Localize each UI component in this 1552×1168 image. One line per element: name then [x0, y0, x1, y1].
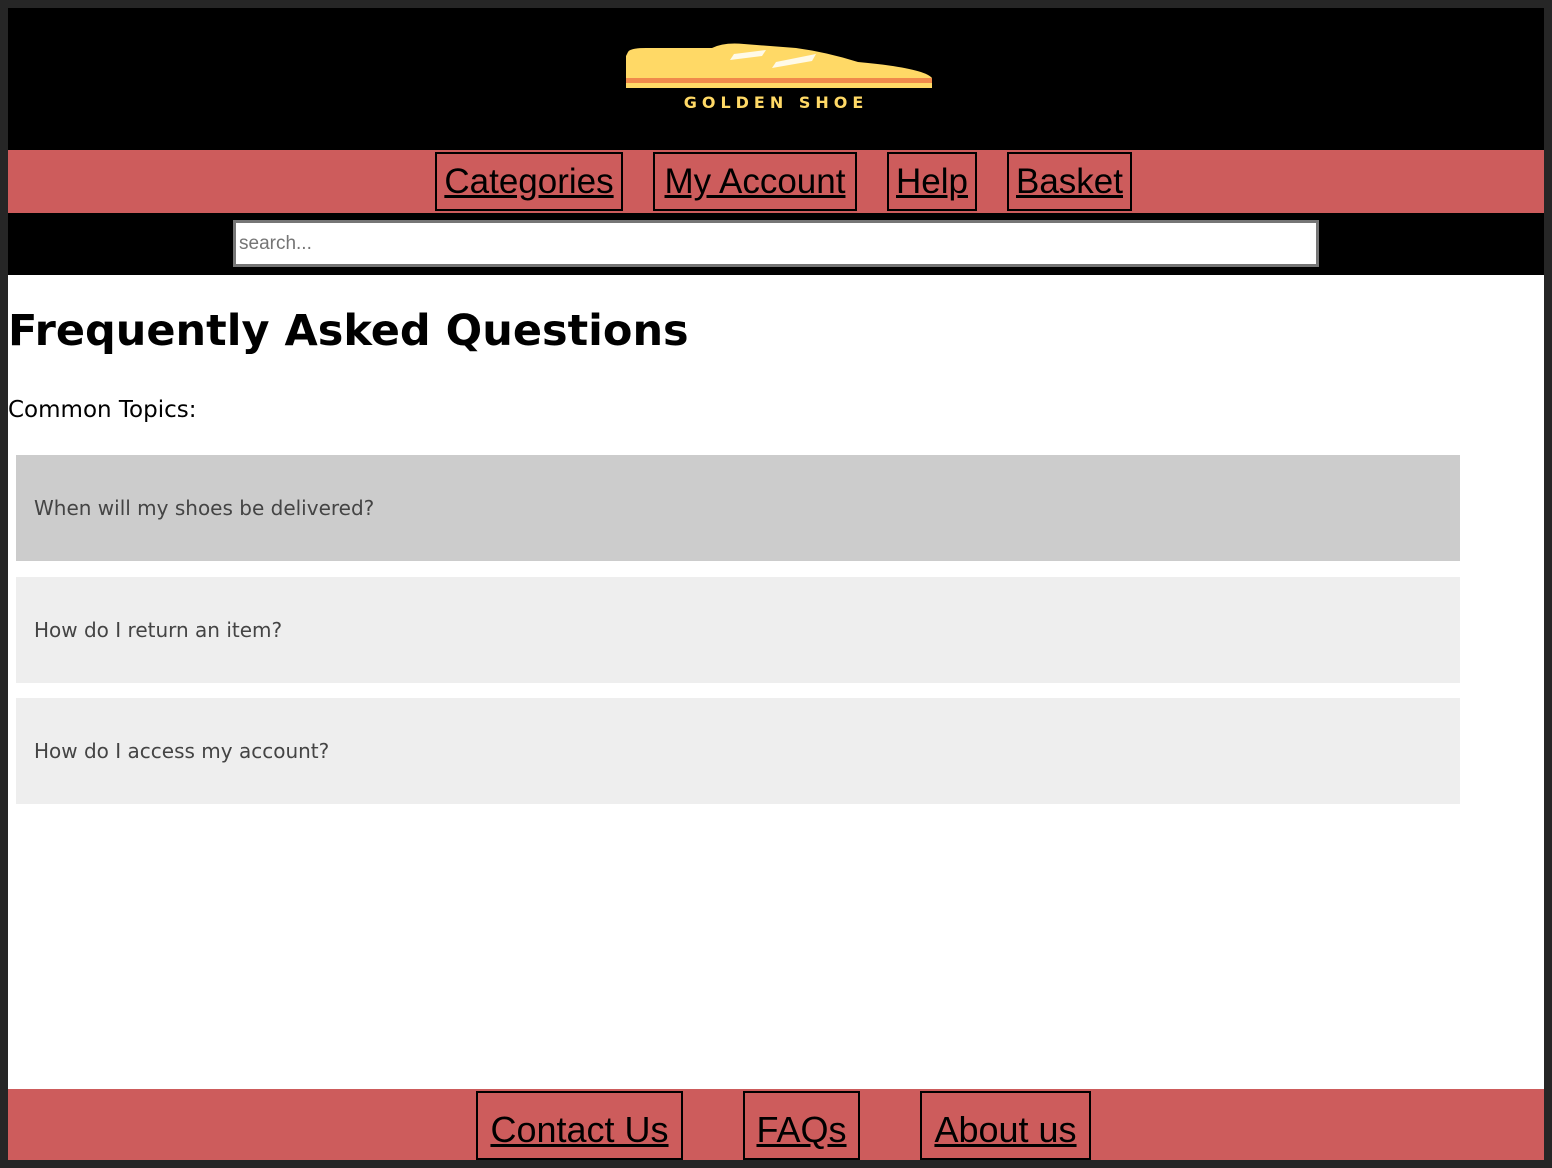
footer-nav: Contact Us FAQs About us: [8, 1089, 1544, 1160]
nav-help-link[interactable]: Help: [887, 152, 977, 211]
faq-item-returns[interactable]: How do I return an item?: [16, 577, 1460, 683]
search-bar: [8, 213, 1544, 275]
page-title: Frequently Asked Questions: [8, 306, 689, 356]
faq-item-delivery[interactable]: When will my shoes be delivered?: [16, 455, 1460, 561]
logo-text: GOLDEN SHOE: [683, 93, 869, 112]
faq-item-account[interactable]: How do I access my account?: [16, 698, 1460, 804]
nav-basket-link[interactable]: Basket: [1007, 152, 1132, 211]
header-logo-bar: GOLDEN SHOE: [8, 8, 1544, 150]
search-input[interactable]: [233, 220, 1319, 267]
golden-shoe-logo[interactable]: GOLDEN SHOE: [616, 40, 936, 114]
footer-faqs-link[interactable]: FAQs: [743, 1091, 860, 1160]
main-nav: Categories My Account Help Basket: [8, 150, 1544, 213]
nav-my-account-link[interactable]: My Account: [653, 152, 857, 211]
footer-about-us-link[interactable]: About us: [920, 1091, 1091, 1160]
shoe-icon: [626, 43, 932, 88]
common-topics-label: Common Topics:: [8, 397, 197, 423]
footer-contact-us-link[interactable]: Contact Us: [476, 1091, 683, 1160]
browser-viewport: GOLDEN SHOE Categories My Account Help B…: [8, 8, 1544, 1160]
nav-categories-link[interactable]: Categories: [435, 152, 623, 211]
